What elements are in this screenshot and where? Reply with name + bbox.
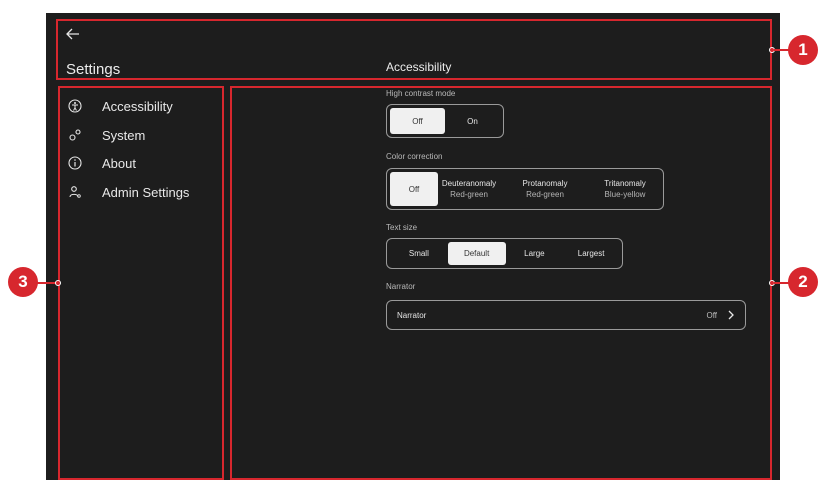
callout-badge-1: 1 (788, 35, 818, 65)
callout-frame-3 (58, 86, 224, 480)
callout-dot-3 (55, 280, 61, 286)
callout-frame-2 (230, 86, 772, 480)
callout-badge-2: 2 (788, 267, 818, 297)
callout-frame-1 (56, 19, 772, 80)
callout-badge-3: 3 (8, 267, 38, 297)
